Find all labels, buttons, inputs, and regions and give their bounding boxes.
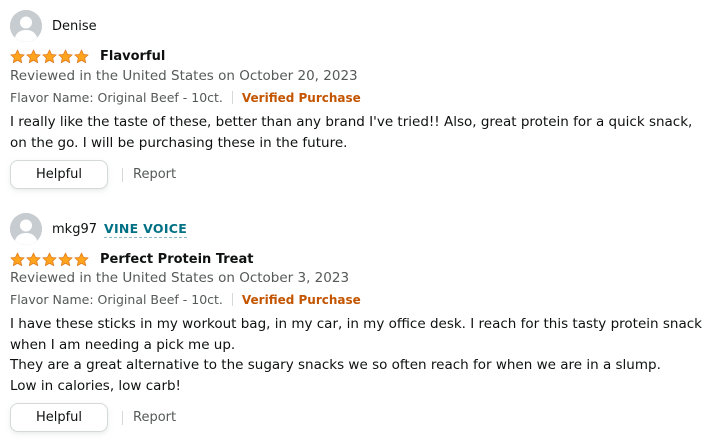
review-date: Reviewed in the United States on October… <box>10 68 358 84</box>
divider <box>231 293 233 306</box>
reviewer-name[interactable]: mkg97 <box>52 222 97 237</box>
user-silhouette-icon <box>10 10 42 42</box>
review-card: Denise Flavorful Reviewed in the United … <box>0 10 728 195</box>
star-rating[interactable] <box>10 49 90 64</box>
star-icon <box>58 49 73 64</box>
format-label[interactable]: Flavor Name: Original Beef - 10ct. <box>10 90 223 105</box>
reviewer-profile[interactable]: Denise <box>10 10 97 42</box>
review-body: I have these sticks in my workout bag, i… <box>10 314 710 396</box>
review-body: I really like the taste of these, better… <box>10 112 710 153</box>
star-icon <box>26 49 41 64</box>
review-actions: Helpful Report <box>10 160 176 189</box>
star-icon <box>10 49 25 64</box>
star-icon <box>10 252 25 267</box>
review-title[interactable]: Flavorful <box>100 49 165 64</box>
reviewer-name[interactable]: Denise <box>52 19 97 34</box>
star-icon <box>42 49 57 64</box>
verified-purchase-badge: Verified Purchase <box>241 90 361 105</box>
star-icon <box>74 252 89 267</box>
review-format: Flavor Name: Original Beef - 10ct. Verif… <box>10 292 361 307</box>
vine-voice-badge[interactable]: VINE VOICE <box>104 221 188 238</box>
review-body-line: I really like the taste of these, better… <box>10 114 693 151</box>
divider <box>122 167 123 182</box>
report-link[interactable]: Report <box>133 410 176 425</box>
review-title-row: Flavorful <box>10 46 165 66</box>
star-icon <box>42 252 57 267</box>
report-link[interactable]: Report <box>133 167 176 182</box>
review-format: Flavor Name: Original Beef - 10ct. Verif… <box>10 90 361 105</box>
verified-purchase-badge: Verified Purchase <box>241 292 361 307</box>
format-label[interactable]: Flavor Name: Original Beef - 10ct. <box>10 292 223 307</box>
star-icon <box>58 252 73 267</box>
star-icon <box>26 252 41 267</box>
review-card: mkg97 VINE VOICE Perfect Protein Treat R… <box>0 213 728 443</box>
helpful-button[interactable]: Helpful <box>10 160 108 189</box>
divider <box>122 410 123 425</box>
star-icon <box>74 49 89 64</box>
user-silhouette-icon <box>10 213 42 245</box>
review-title-row: Perfect Protein Treat <box>10 249 253 269</box>
review-actions: Helpful Report <box>10 403 176 432</box>
review-body-line: They are a great alternative to the suga… <box>10 357 661 373</box>
divider <box>231 91 233 104</box>
review-body-line: Low in calories, low carb! <box>10 377 181 394</box>
review-date: Reviewed in the United States on October… <box>10 270 350 286</box>
star-rating[interactable] <box>10 252 90 267</box>
reviewer-profile[interactable]: mkg97 VINE VOICE <box>10 213 188 245</box>
helpful-button[interactable]: Helpful <box>10 403 108 432</box>
review-body-line: I have these sticks in my workout bag, i… <box>10 316 702 353</box>
review-title[interactable]: Perfect Protein Treat <box>100 252 253 267</box>
